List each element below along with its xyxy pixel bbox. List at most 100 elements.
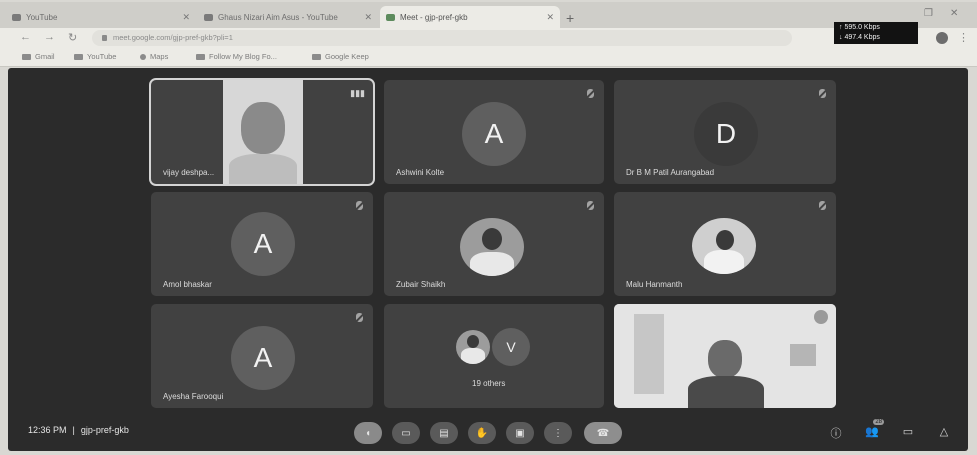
participant-name: Amol bhaskar (163, 280, 212, 289)
close-icon[interactable]: ✕ (364, 12, 372, 23)
bookmark-icon (196, 53, 205, 60)
camera-button[interactable]: ▭ (392, 422, 420, 444)
participant-tile[interactable]: A Ashwini Kolte (384, 80, 604, 184)
participant-name: vijay deshpa... (163, 168, 215, 177)
maps-pin-icon (140, 53, 146, 60)
new-tab-button[interactable]: + (566, 10, 574, 26)
photo-head (482, 228, 502, 250)
participant-tile[interactable]: D Dr B M Patil Aurangabad (614, 80, 836, 184)
profile-avatar[interactable] (936, 32, 948, 44)
mic-off-icon (587, 89, 594, 98)
bookmark-youtube[interactable]: YouTube (74, 52, 116, 61)
clock-time: 12:36 PM (28, 425, 67, 435)
bookmark-keep[interactable]: Google Keep (312, 52, 369, 61)
meet-area: ▮▮▮ vijay deshpa... A Ashwini Kolte D Dr… (8, 68, 968, 451)
participant-count-badge: 28 (873, 419, 884, 425)
video-frame-object (790, 344, 816, 366)
people-button[interactable]: 👥 28 (864, 419, 884, 439)
mic-off-icon (819, 89, 826, 98)
more-options-button[interactable]: ⋮ (544, 422, 572, 444)
photo-body (704, 250, 744, 274)
people-icon: 👥 (865, 426, 879, 438)
mic-off-icon (819, 201, 826, 210)
avatar: V (492, 328, 530, 366)
youtube-icon (204, 13, 213, 21)
meeting-details-button[interactable]: ⓘ (828, 425, 844, 440)
back-icon[interactable]: ← (20, 31, 31, 43)
close-icon[interactable]: ✕ (546, 12, 554, 23)
bookmark-gmail[interactable]: Gmail (22, 52, 55, 61)
more-options-icon[interactable] (814, 310, 828, 324)
tab-title: YouTube (26, 12, 58, 22)
participant-name: Ayesha Farooqui (163, 392, 224, 401)
participant-name: Ashwini Kolte (396, 168, 445, 177)
bookmark-label: Google Keep (325, 52, 369, 61)
tab-youtube-2[interactable]: Ghaus Nizari Aim Asus - YouTube ✕ (198, 6, 378, 28)
meeting-toolbar: 12:36 PM | gjp-pref-gkb ◖ ▭ ▤ ✋ ▣ ⋮ ☎ ⓘ 👥 2… (8, 413, 968, 451)
phone-hangup-icon: ☎ (596, 427, 610, 439)
tab-youtube[interactable]: YouTube ✕ (6, 6, 196, 28)
present-button[interactable]: ▣ (506, 422, 534, 444)
participant-tile[interactable]: Zubair Shaikh (384, 192, 604, 296)
menu-icon[interactable]: ⋮ (958, 31, 969, 44)
participant-name: Zubair Shaikh (396, 280, 446, 289)
tab-strip: YouTube ✕ Ghaus Nizari Aim Asus - YouTub… (0, 2, 977, 28)
video-face (708, 340, 742, 378)
leave-call-button[interactable]: ☎ (584, 422, 622, 444)
photo-head (716, 230, 734, 250)
bookmark-follow[interactable]: Follow My Blog Fo... (196, 52, 277, 61)
photo-head (467, 335, 479, 348)
avatar: A (231, 212, 295, 276)
meeting-code: gjp-pref-gkb (80, 425, 129, 435)
restore-icon[interactable]: ❐ (924, 8, 933, 19)
others-tile[interactable]: V 19 others (384, 304, 604, 408)
participant-name: Dr B M Patil Aurangabad (626, 168, 715, 177)
video-door (634, 314, 664, 394)
avatar: A (462, 102, 526, 166)
participant-tile[interactable]: A Ayesha Farooqui (151, 304, 373, 408)
others-count: 19 others (472, 379, 506, 388)
gmail-icon (22, 53, 31, 60)
captions-icon: ▤ (439, 427, 449, 439)
video-body (688, 376, 764, 408)
mic-button[interactable]: ◖ (354, 422, 382, 444)
self-video-tile[interactable] (614, 304, 836, 408)
avatar: D (694, 102, 758, 166)
meet-icon (386, 13, 395, 21)
present-icon: ▣ (515, 427, 525, 439)
tab-meet[interactable]: Meet - gjp-pref-gkb ✕ (380, 6, 560, 28)
participant-photo (456, 330, 490, 364)
video-body (229, 154, 297, 184)
bookmark-label: Maps (150, 52, 169, 61)
captions-button[interactable]: ▤ (430, 422, 458, 444)
participant-tile[interactable]: A Amol bhaskar (151, 192, 373, 296)
reload-icon[interactable]: ↻ (68, 31, 77, 44)
activities-button[interactable]: △ (936, 425, 952, 439)
mic-off-icon: ◖ (364, 427, 372, 439)
close-window-icon[interactable]: ✕ (950, 8, 958, 19)
close-icon[interactable]: ✕ (182, 12, 190, 23)
camera-icon: ▭ (401, 427, 411, 439)
participant-tile[interactable]: ▮▮▮ vijay deshpa... (149, 78, 375, 186)
youtube-icon (74, 53, 83, 60)
speaking-indicator-icon: ▮▮▮ (350, 88, 365, 98)
bookmark-label: Follow My Blog Fo... (209, 52, 277, 61)
network-speed-widget: ↑ 595.0 Kbps ↓ 497.4 Kbps (834, 22, 918, 44)
raise-hand-button[interactable]: ✋ (468, 422, 496, 444)
download-speed: ↓ 497.4 Kbps (839, 34, 880, 41)
photo-body (470, 252, 514, 276)
forward-icon[interactable]: → (44, 31, 55, 43)
address-row: ← → ↻ meet.google.com/gjp-pref-gkb?pli=1… (0, 28, 977, 48)
avatar: A (231, 326, 295, 390)
participant-name: Malu Hanmanth (626, 280, 683, 289)
chat-button[interactable]: ▭ (900, 425, 916, 439)
mic-off-icon (587, 201, 594, 210)
address-bar[interactable]: meet.google.com/gjp-pref-gkb?pli=1 (92, 30, 792, 46)
bookmark-maps[interactable]: Maps (140, 52, 168, 61)
info-icon: ⓘ (830, 428, 842, 440)
mic-off-icon (356, 201, 363, 210)
activities-icon: △ (939, 426, 949, 438)
participant-tile[interactable]: Malu Hanmanth (614, 192, 836, 296)
chat-icon: ▭ (902, 426, 914, 438)
browser-window: YouTube ✕ Ghaus Nizari Aim Asus - YouTub… (0, 0, 977, 455)
